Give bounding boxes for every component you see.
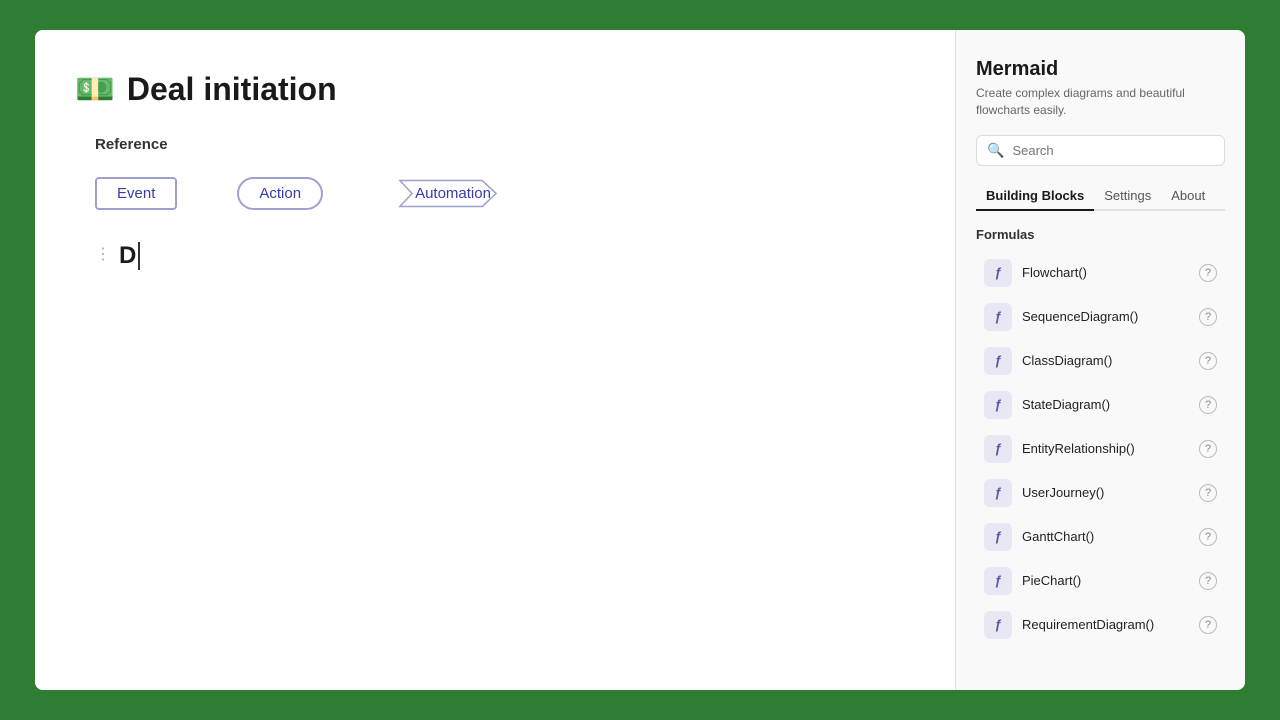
left-panel: 💵 Deal initiation Reference Event Action… [35,30,955,690]
formula-item-class-diagram[interactable]: ƒ ClassDiagram()? [976,340,1225,382]
page-title: Deal initiation [127,71,337,108]
search-input[interactable] [1012,143,1214,158]
formula-help-requirement-diagram[interactable]: ? [1199,616,1217,634]
formula-icon-entity-relationship: ƒ [984,435,1012,463]
block-action[interactable]: Action [237,177,323,210]
formula-help-state-diagram[interactable]: ? [1199,396,1217,414]
formula-icon-state-diagram: ƒ [984,391,1012,419]
formula-icon-flowchart: ƒ [984,259,1012,287]
formula-item-requirement-diagram[interactable]: ƒ RequirementDiagram()? [976,604,1225,646]
formula-item-flowchart[interactable]: ƒ Flowchart()? [976,252,1225,294]
formula-list: ƒ Flowchart()? ƒ SequenceDiagram()? ƒ ClassDi… [976,252,1225,646]
formula-icon-class-diagram: ƒ [984,347,1012,375]
right-panel: Mermaid Create complex diagrams and beau… [955,30,1245,690]
formula-name-sequence-diagram: SequenceDiagram() [1022,309,1189,324]
formula-name-state-diagram: StateDiagram() [1022,397,1189,412]
formula-item-entity-relationship[interactable]: ƒ EntityRelationship()? [976,428,1225,470]
search-icon: 🔍 [987,142,1004,159]
formula-help-sequence-diagram[interactable]: ? [1199,308,1217,326]
formula-item-state-diagram[interactable]: ƒ StateDiagram()? [976,384,1225,426]
tab-about[interactable]: About [1161,182,1215,211]
content-row: ⋮ D [95,242,915,270]
formula-item-user-journey[interactable]: ƒ UserJourney()? [976,472,1225,514]
formula-name-entity-relationship: EntityRelationship() [1022,441,1189,456]
tabs-row: Building Blocks Settings About [976,182,1225,211]
drag-handle[interactable]: ⋮ [95,242,111,264]
formula-help-flowchart[interactable]: ? [1199,264,1217,282]
page-title-row: 💵 Deal initiation [75,70,915,108]
main-container: 💵 Deal initiation Reference Event Action… [35,30,1245,690]
formula-help-entity-relationship[interactable]: ? [1199,440,1217,458]
formula-item-pie-chart[interactable]: ƒ PieChart()? [976,560,1225,602]
formula-icon-user-journey: ƒ [984,479,1012,507]
formula-name-user-journey: UserJourney() [1022,485,1189,500]
tab-building-blocks[interactable]: Building Blocks [976,182,1094,211]
formula-help-gantt-chart[interactable]: ? [1199,528,1217,546]
formula-icon-pie-chart: ƒ [984,567,1012,595]
tab-settings[interactable]: Settings [1094,182,1161,211]
formula-name-requirement-diagram: RequirementDiagram() [1022,617,1189,632]
page-icon: 💵 [75,70,115,108]
formula-item-sequence-diagram[interactable]: ƒ SequenceDiagram()? [976,296,1225,338]
formula-icon-gantt-chart: ƒ [984,523,1012,551]
panel-subtitle: Create complex diagrams and beautiful fl… [976,85,1225,119]
formula-name-class-diagram: ClassDiagram() [1022,353,1189,368]
section-label: Reference [95,136,915,153]
formula-name-gantt-chart: GanttChart() [1022,529,1189,544]
blocks-row: Event Action Automation [95,177,915,210]
formulas-label: Formulas [976,227,1225,242]
formula-help-class-diagram[interactable]: ? [1199,352,1217,370]
formula-name-flowchart: Flowchart() [1022,265,1189,280]
formula-name-pie-chart: PieChart() [1022,573,1189,588]
block-automation[interactable]: Automation [383,179,513,208]
content-text[interactable]: D [119,242,140,270]
formula-help-pie-chart[interactable]: ? [1199,572,1217,590]
formula-help-user-journey[interactable]: ? [1199,484,1217,502]
formula-item-gantt-chart[interactable]: ƒ GanttChart()? [976,516,1225,558]
panel-title: Mermaid [976,58,1225,81]
search-bar: 🔍 [976,135,1225,166]
formula-icon-requirement-diagram: ƒ [984,611,1012,639]
formula-icon-sequence-diagram: ƒ [984,303,1012,331]
block-automation-label: Automation [383,179,513,208]
block-event[interactable]: Event [95,177,177,210]
